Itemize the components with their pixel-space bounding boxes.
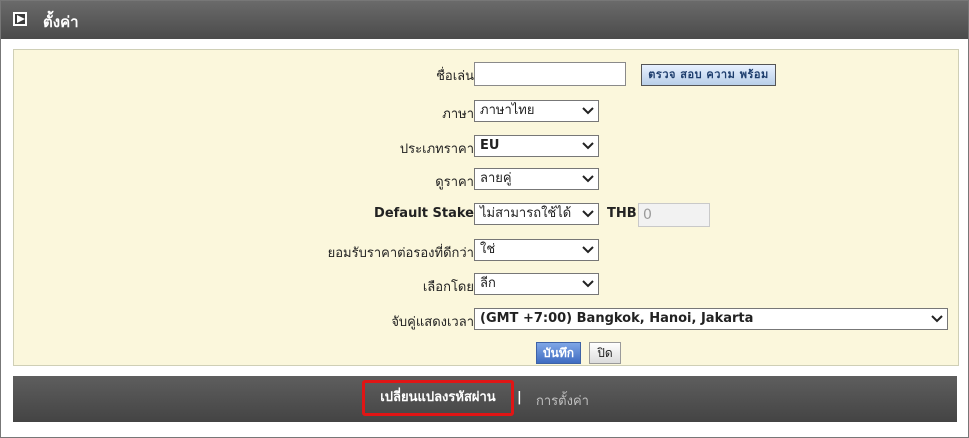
title-bar: ตั้งค่า [1, 1, 968, 39]
language-label: ภาษา [442, 107, 474, 122]
accept-better-odds-row: ยอมรับราคาต่อรองที่ดีกว่า ใช่ [14, 239, 958, 263]
chevron-down-icon [582, 246, 594, 254]
timezone-value: (GMT +7:00) Bangkok, Hanoi, Jakarta [480, 311, 754, 326]
view-odds-row: ดูราคา ลายคู่ [14, 168, 958, 192]
language-select[interactable]: ภาษาไทย [474, 100, 599, 122]
settings-form: ชื่อเล่น ตรวจ สอบ ความ พร้อม ภาษา ภาษาไท… [13, 49, 959, 366]
timezone-select[interactable]: (GMT +7:00) Bangkok, Hanoi, Jakarta [474, 308, 948, 330]
footer-bar: เปลี่ยนแปลงรหัสผ่าน | การตั้งค่า [13, 376, 957, 422]
timezone-row: จับคู่แสดงเวลา (GMT +7:00) Bangkok, Hano… [14, 308, 958, 332]
play-icon [13, 12, 27, 26]
save-button[interactable]: บันทึก [536, 342, 581, 364]
nickname-label: ชื่อเล่น [436, 69, 474, 84]
view-odds-value: ลายคู่ [480, 171, 512, 186]
default-stake-label: Default Stake [374, 206, 474, 221]
sort-by-label: เลือกโดย [422, 280, 474, 295]
chevron-down-icon [582, 175, 594, 183]
chevron-down-icon [582, 142, 594, 150]
page-title: ตั้งค่า [43, 13, 79, 31]
chevron-down-icon [931, 315, 943, 323]
view-odds-select[interactable]: ลายคู่ [474, 168, 599, 190]
default-stake-select[interactable]: ไม่สามารถใช้ได้ [474, 203, 599, 225]
chevron-down-icon [582, 210, 594, 218]
chevron-down-icon [582, 280, 594, 288]
close-button[interactable]: ปิด [589, 342, 621, 364]
language-row: ภาษา ภาษาไทย [14, 100, 958, 124]
odds-type-select[interactable]: EU [474, 135, 599, 157]
footer-separator: | [517, 390, 522, 405]
sort-by-value: ลีก [480, 276, 496, 291]
settings-panel: ตั้งค่า ชื่อเล่น ตรวจ สอบ ความ พร้อม ภาษ… [0, 0, 969, 438]
accept-better-odds-select[interactable]: ใช่ [474, 239, 599, 261]
view-odds-label: ดูราคา [435, 175, 474, 190]
chevron-down-icon [582, 107, 594, 115]
odds-type-row: ประเภทราคา EU [14, 135, 958, 159]
accept-better-odds-label: ยอมรับราคาต่อรองที่ดีกว่า [327, 246, 474, 261]
default-stake-row: Default Stake ไม่สามารถใช้ได้ THB 0 [14, 203, 958, 227]
sort-by-select[interactable]: ลีก [474, 273, 599, 295]
language-value: ภาษาไทย [480, 103, 535, 118]
sort-by-row: เลือกโดย ลีก [14, 273, 958, 297]
timezone-label: จับคู่แสดงเวลา [391, 315, 474, 330]
odds-type-label: ประเภทราคา [399, 142, 474, 157]
accept-better-odds-value: ใช่ [480, 242, 496, 257]
nickname-input[interactable] [474, 62, 626, 86]
stake-amount-input[interactable]: 0 [638, 203, 710, 227]
odds-type-value: EU [480, 138, 500, 153]
nickname-row: ชื่อเล่น ตรวจ สอบ ความ พร้อม [14, 62, 958, 86]
settings-link[interactable]: การตั้งค่า [536, 390, 589, 411]
currency-label: THB [607, 206, 637, 221]
default-stake-value: ไม่สามารถใช้ได้ [480, 206, 572, 221]
check-availability-button[interactable]: ตรวจ สอบ ความ พร้อม [641, 64, 776, 86]
change-password-link[interactable]: เปลี่ยนแปลงรหัสผ่าน [362, 380, 514, 416]
